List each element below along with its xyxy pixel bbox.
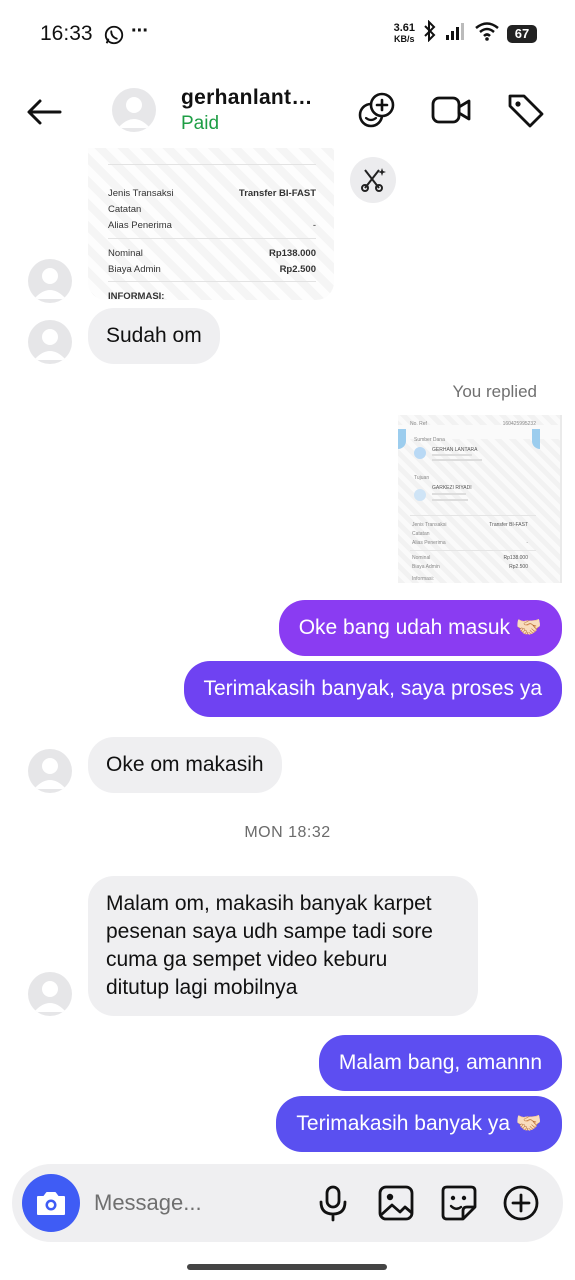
status-right: 3.61 KB/s 67 bbox=[393, 19, 537, 47]
message-line: ditutup lagi mobilnya bbox=[106, 976, 298, 999]
tag-icon[interactable] bbox=[506, 90, 546, 130]
plus-circle-icon[interactable] bbox=[501, 1183, 541, 1223]
bluetooth-icon bbox=[423, 19, 437, 47]
status-time: 16:33 bbox=[40, 22, 93, 45]
incoming-message[interactable]: Oke om makasih bbox=[88, 737, 282, 793]
home-indicator[interactable] bbox=[187, 1264, 387, 1270]
outgoing-message[interactable]: Oke bang udah masuk 🤝🏻 bbox=[278, 600, 562, 656]
outgoing-message[interactable]: Terimakasih banyak, saya proses ya bbox=[183, 661, 562, 717]
sender-avatar[interactable] bbox=[28, 749, 72, 793]
receipt-label: Jenis Transaksi bbox=[108, 188, 174, 199]
replied-label: You replied bbox=[452, 382, 537, 401]
outgoing-message[interactable]: Malam bang, amannn bbox=[318, 1035, 562, 1091]
receipt-label: Alias Penerima bbox=[108, 220, 172, 231]
timestamp-divider: MON 18:32 bbox=[244, 824, 331, 841]
receipt-fee-label: Biaya Admin bbox=[412, 564, 440, 570]
gallery-icon[interactable] bbox=[376, 1183, 416, 1223]
sender-avatar[interactable] bbox=[28, 259, 72, 303]
camera-icon[interactable] bbox=[22, 1174, 80, 1232]
receipt-value: Rp2.500 bbox=[279, 264, 316, 275]
battery-indicator: 67 bbox=[507, 24, 537, 43]
receipt-alias-value: - bbox=[526, 540, 528, 546]
add-to-group-icon[interactable] bbox=[356, 90, 396, 130]
sticker-icon[interactable] bbox=[439, 1183, 479, 1223]
wifi-icon bbox=[475, 21, 499, 46]
receipt-source-label: Sumber Dana bbox=[414, 437, 445, 443]
message-line: Malam om, makasih banyak karpet bbox=[106, 892, 432, 915]
receipt-dest-name: GARKEZI RIYADI bbox=[432, 485, 472, 491]
ai-sparkle-icon[interactable] bbox=[350, 157, 396, 203]
contact-avatar[interactable] bbox=[112, 88, 156, 132]
receipt-type-value: Transfer BI-FAST bbox=[489, 522, 528, 528]
receipt-fee-value: Rp2.500 bbox=[509, 564, 528, 570]
microphone-icon[interactable] bbox=[313, 1183, 353, 1223]
sender-avatar[interactable] bbox=[28, 320, 72, 364]
receipt-note-label: Catatan bbox=[412, 531, 430, 537]
network-speed: 3.61 KB/s bbox=[393, 21, 415, 45]
receipt-label: Catatan bbox=[108, 204, 142, 215]
receipt-source-name: GERHAN LANTARA bbox=[432, 447, 478, 453]
receipt-value: - bbox=[312, 220, 316, 231]
receipt-nominal-value: Rp138.000 bbox=[503, 555, 528, 561]
back-arrow-icon[interactable] bbox=[24, 92, 64, 132]
incoming-message[interactable]: Sudah om bbox=[88, 308, 220, 364]
receipt-alias-label: Alias Penerima bbox=[412, 540, 446, 546]
contact-status: Paid bbox=[181, 113, 220, 134]
replied-receipt-image[interactable]: No. Ref 160425995232 Sumber Dana GERHAN … bbox=[398, 415, 562, 583]
status-more-indicator: ··· bbox=[131, 20, 149, 42]
outgoing-message[interactable]: Terimakasih banyak ya 🤝🏻 bbox=[276, 1096, 562, 1152]
receipt-value: Rp138.000 bbox=[268, 248, 316, 259]
receipt-label: Biaya Admin bbox=[108, 264, 161, 275]
receipt-ref-value: 160425995232 bbox=[502, 421, 536, 427]
message-line: cuma ga sempet video keburu bbox=[106, 948, 388, 971]
receipt-type-label: Jenis Transaksi bbox=[412, 522, 447, 528]
receipt-value: Transfer BI-FAST bbox=[238, 188, 316, 199]
incoming-message-multiline[interactable]: Malam om, makasih banyak karpet pesenan … bbox=[88, 876, 478, 1016]
contact-name[interactable]: gerhanlant… bbox=[181, 86, 313, 110]
receipt-info-label: INFORMASI: bbox=[108, 291, 165, 300]
network-speed-unit: KB/s bbox=[394, 33, 415, 44]
message-input[interactable]: Message... bbox=[94, 1190, 202, 1216]
receipt-ref-label: No. Ref bbox=[410, 421, 427, 427]
message-line: pesenan saya udh sampe tadi sore bbox=[106, 920, 433, 943]
video-call-icon[interactable] bbox=[431, 90, 471, 130]
whatsapp-icon bbox=[103, 24, 125, 46]
signal-icon bbox=[445, 21, 467, 46]
sender-avatar[interactable] bbox=[28, 972, 72, 1016]
receipt-info-label: Informasi: bbox=[412, 576, 434, 582]
receipt-label: Nominal bbox=[108, 248, 143, 259]
receipt-nominal-label: Nominal bbox=[412, 555, 431, 561]
received-receipt-image[interactable]: Jenis Transaksi Transfer BI-FAST Catatan… bbox=[88, 148, 334, 300]
network-speed-value: 3.61 bbox=[393, 21, 415, 34]
receipt-dest-label: Tujuan bbox=[414, 475, 430, 481]
